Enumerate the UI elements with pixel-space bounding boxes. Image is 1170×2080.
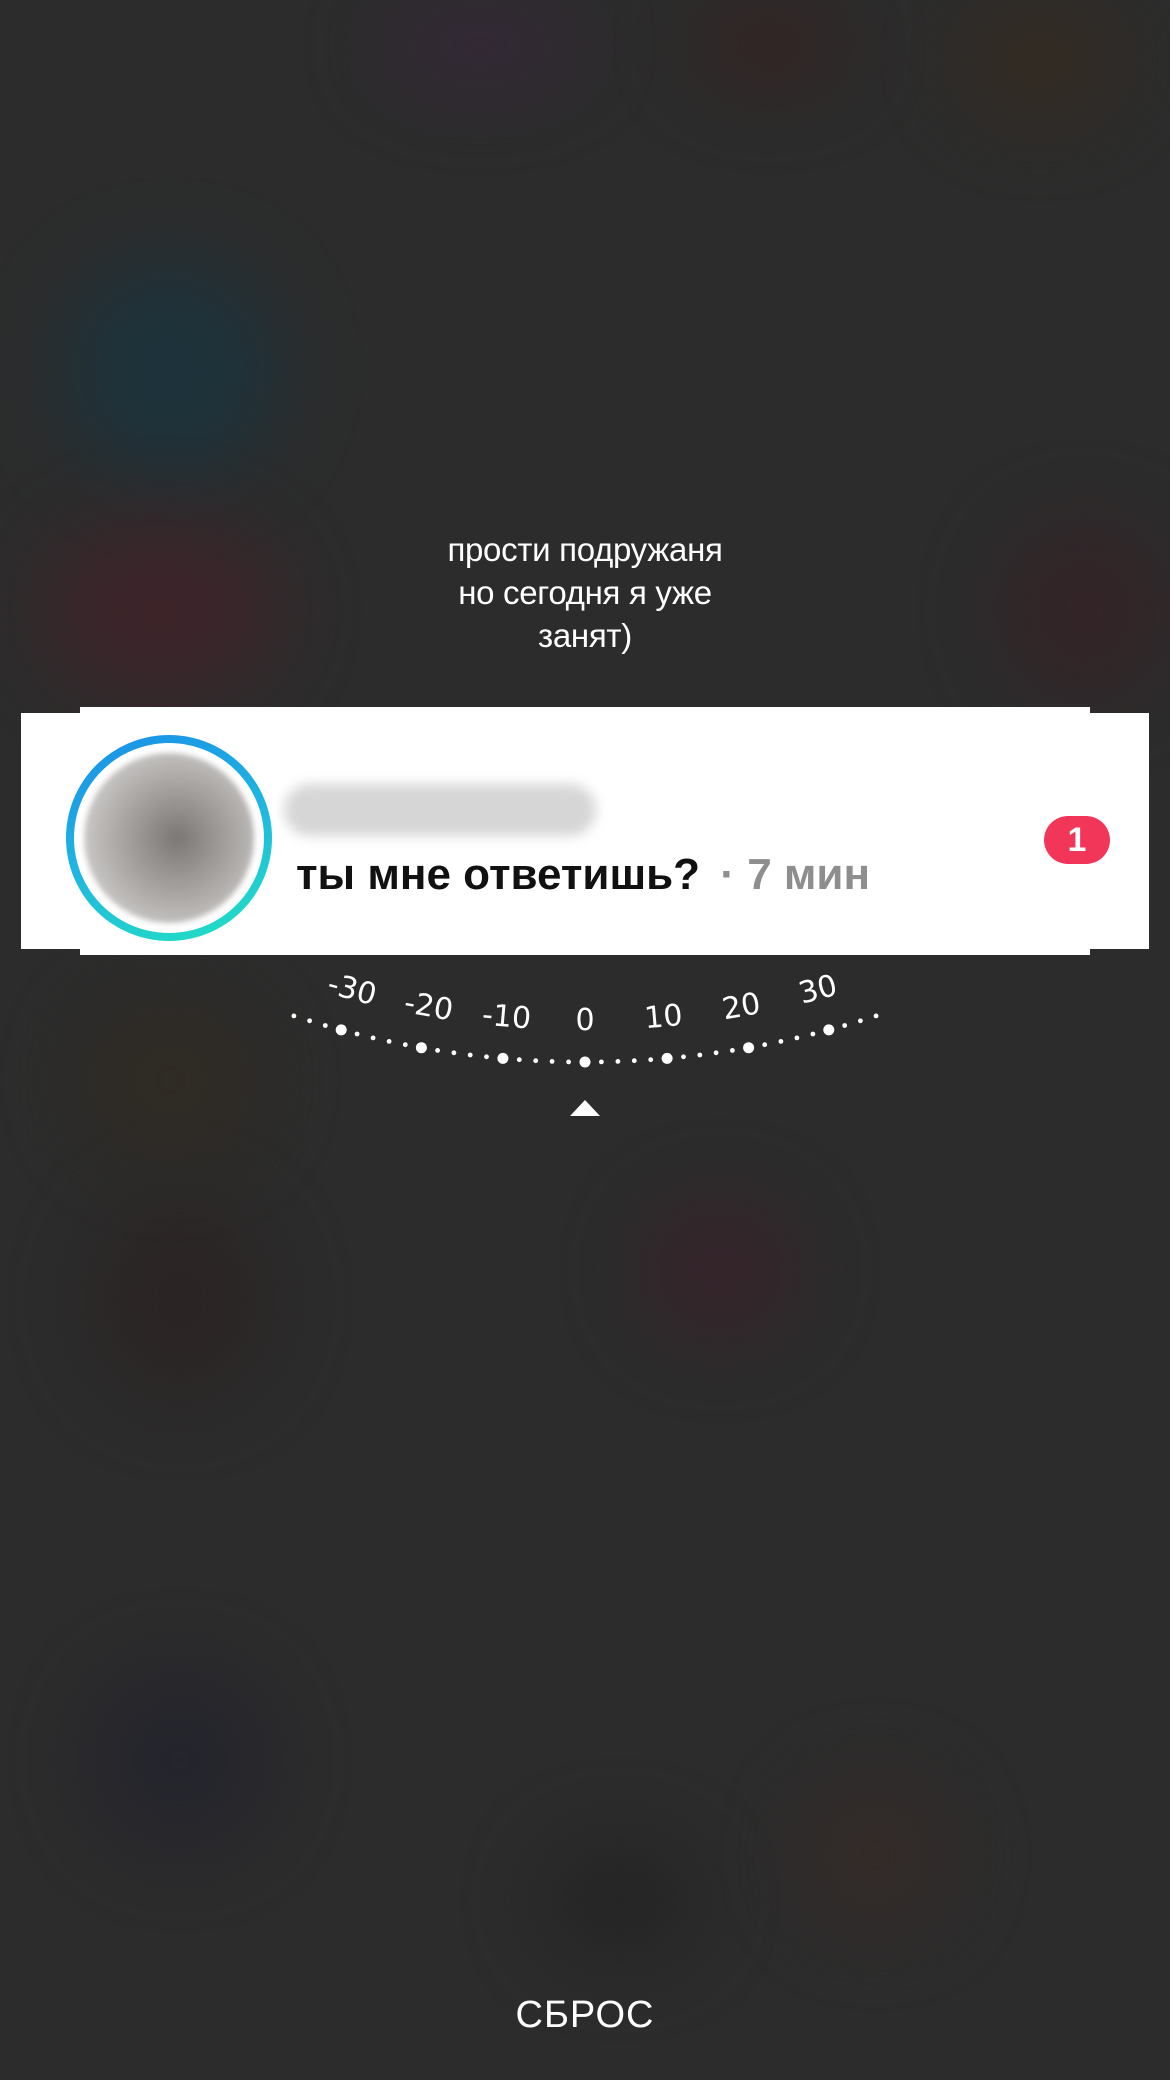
- dial-minor-tick: [451, 1050, 457, 1056]
- reset-button[interactable]: СБРОС: [0, 1990, 1170, 2041]
- dial-minor-tick: [484, 1054, 489, 1060]
- dial-minor-tick: [842, 1023, 848, 1028]
- dial-minor-tick: [307, 1018, 312, 1024]
- dial-label: 10: [643, 998, 684, 1036]
- dial-minor-tick: [467, 1052, 473, 1058]
- dial-minor-tick: [730, 1048, 735, 1053]
- dial-minor-tick: [386, 1039, 392, 1044]
- message-time: 7 мин: [747, 850, 871, 899]
- dial-minor-tick: [648, 1057, 654, 1063]
- background-blur: [60, 260, 280, 480]
- dial-minor-tick: [402, 1042, 408, 1048]
- dial-minor-tick: [370, 1035, 376, 1041]
- dial-minor-tick: [810, 1031, 816, 1037]
- notification-message: ты мне ответишь? · 7 мин: [296, 848, 870, 902]
- dial-minor-tick: [794, 1035, 800, 1041]
- caption-line: занят): [538, 617, 632, 654]
- dial-minor-tick: [681, 1054, 686, 1060]
- dial-label: -10: [481, 998, 533, 1037]
- dial-minor-tick: [354, 1031, 360, 1037]
- background-blur: [690, 0, 850, 90]
- dial-minor-tick: [322, 1023, 328, 1028]
- dial-labels: -30 -20 -10 0 10 20 30: [324, 967, 841, 1038]
- dial-major-tick: [823, 1024, 835, 1036]
- avatar-photo: [84, 753, 254, 923]
- dial-minor-tick: [533, 1058, 539, 1064]
- background-blur: [640, 1200, 800, 1340]
- message-separator: ·: [720, 850, 735, 899]
- dial-label: 0: [575, 1003, 594, 1038]
- dial-minor-tick: [697, 1052, 703, 1058]
- background-blur: [960, 0, 1120, 120]
- dial-minor-tick: [516, 1057, 522, 1063]
- message-text: ты мне ответишь?: [296, 850, 701, 899]
- dial-minor-tick: [291, 1013, 297, 1019]
- background-blur: [90, 1670, 270, 1850]
- dial-label: 30: [795, 968, 841, 1012]
- dial-minor-tick: [631, 1058, 637, 1064]
- background-blur: [90, 1200, 270, 1400]
- dial-minor-tick: [435, 1048, 440, 1053]
- dial-minor-tick: [549, 1059, 555, 1064]
- dial-minor-tick: [599, 1059, 604, 1065]
- reset-label: СБРОС: [515, 1994, 655, 2036]
- caption-text[interactable]: прости подружаня но сегодня я уже занят): [0, 528, 1170, 657]
- dial-major-tick: [415, 1042, 427, 1054]
- background-blur: [380, 0, 580, 90]
- username-redacted: [284, 784, 596, 836]
- caption-line: но сегодня я уже: [458, 574, 712, 611]
- dial-major-tick: [743, 1042, 755, 1054]
- dial-label: -20: [401, 985, 455, 1028]
- background-blur: [800, 1780, 950, 1930]
- dial-minor-tick: [762, 1042, 768, 1048]
- dial-minor-tick: [566, 1059, 571, 1065]
- dial-ticks: [291, 1013, 879, 1068]
- background-blur: [540, 1840, 700, 1960]
- dial-minor-tick: [858, 1018, 863, 1024]
- dial-major-tick: [661, 1052, 673, 1064]
- dial-major-tick: [579, 1056, 591, 1068]
- dial-major-tick: [497, 1052, 509, 1064]
- background-blur: [80, 1000, 260, 1160]
- dial-minor-tick: [615, 1059, 621, 1064]
- triangle-up-icon: [570, 1100, 600, 1116]
- unread-badge: 1: [1044, 816, 1110, 864]
- screen: прости подружаня но сегодня я уже занят)…: [0, 0, 1170, 2080]
- dial-minor-tick: [713, 1050, 719, 1056]
- dial-minor-tick: [778, 1039, 784, 1044]
- dial-minor-tick: [873, 1013, 879, 1019]
- avatar: [66, 735, 272, 941]
- dial-label: 20: [720, 986, 764, 1027]
- caption-line: прости подружаня: [447, 531, 723, 568]
- dial-major-tick: [335, 1024, 347, 1036]
- dial-label: -30: [324, 967, 380, 1013]
